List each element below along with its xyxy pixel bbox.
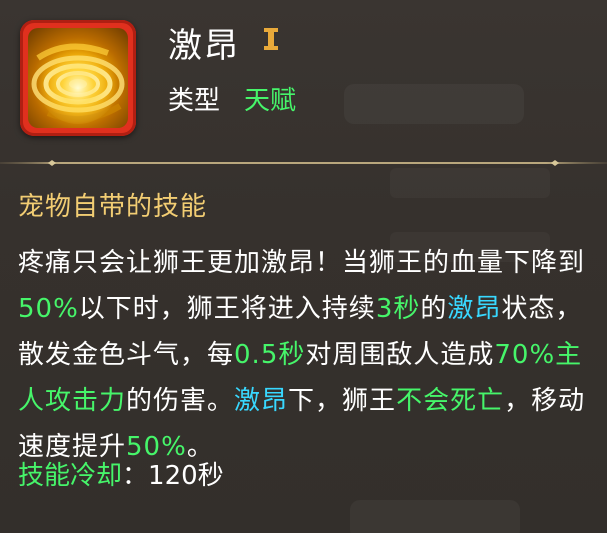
background-button bbox=[350, 500, 520, 533]
description-segment: 疼痛只会让狮王更加激昂！当狮王的血量下降到 bbox=[18, 248, 586, 278]
description-segment: 激昂 bbox=[234, 386, 289, 416]
cooldown-value: 120秒 bbox=[148, 461, 224, 491]
tier-badge bbox=[264, 28, 278, 50]
cooldown-label: 技能冷却 bbox=[18, 461, 123, 491]
skill-description: 疼痛只会让狮王更加激昂！当狮王的血量下降到50%以下时，狮王将进入持续3秒的激昂… bbox=[18, 240, 598, 470]
description-segment: 50% bbox=[18, 294, 79, 324]
cooldown-line: 技能冷却：120秒 bbox=[18, 456, 224, 496]
section-title: 宠物自带的技能 bbox=[18, 192, 208, 222]
type-label: 类型 bbox=[168, 86, 221, 116]
cooldown-colon: ： bbox=[122, 461, 149, 491]
description-segment: 以下时，狮王将进入持续 bbox=[78, 294, 376, 324]
skill-name: 激昂 bbox=[168, 26, 240, 66]
golden-swirl-icon bbox=[28, 28, 128, 128]
description-segment: 对周围敌人造成 bbox=[305, 340, 495, 370]
background-button bbox=[344, 84, 524, 124]
background-row bbox=[390, 168, 550, 198]
divider bbox=[0, 160, 607, 166]
description-segment: 不会死亡 bbox=[396, 386, 505, 416]
description-segment: 的伤害。 bbox=[126, 386, 235, 416]
description-segment: 0.5秒 bbox=[234, 340, 306, 370]
description-segment: 3秒 bbox=[375, 294, 421, 324]
skill-icon-frame bbox=[20, 20, 136, 136]
type-value: 天赋 bbox=[244, 86, 297, 116]
description-segment: 的 bbox=[420, 294, 448, 324]
skill-tooltip-panel: 激昂 类型 天赋 宠物自带的技能 疼痛只会让狮王更加激昂！当狮王的血量下降到 50… bbox=[0, 0, 607, 533]
description-segment: 激昂 bbox=[447, 294, 502, 324]
description-segment: 下，狮王 bbox=[288, 386, 397, 416]
